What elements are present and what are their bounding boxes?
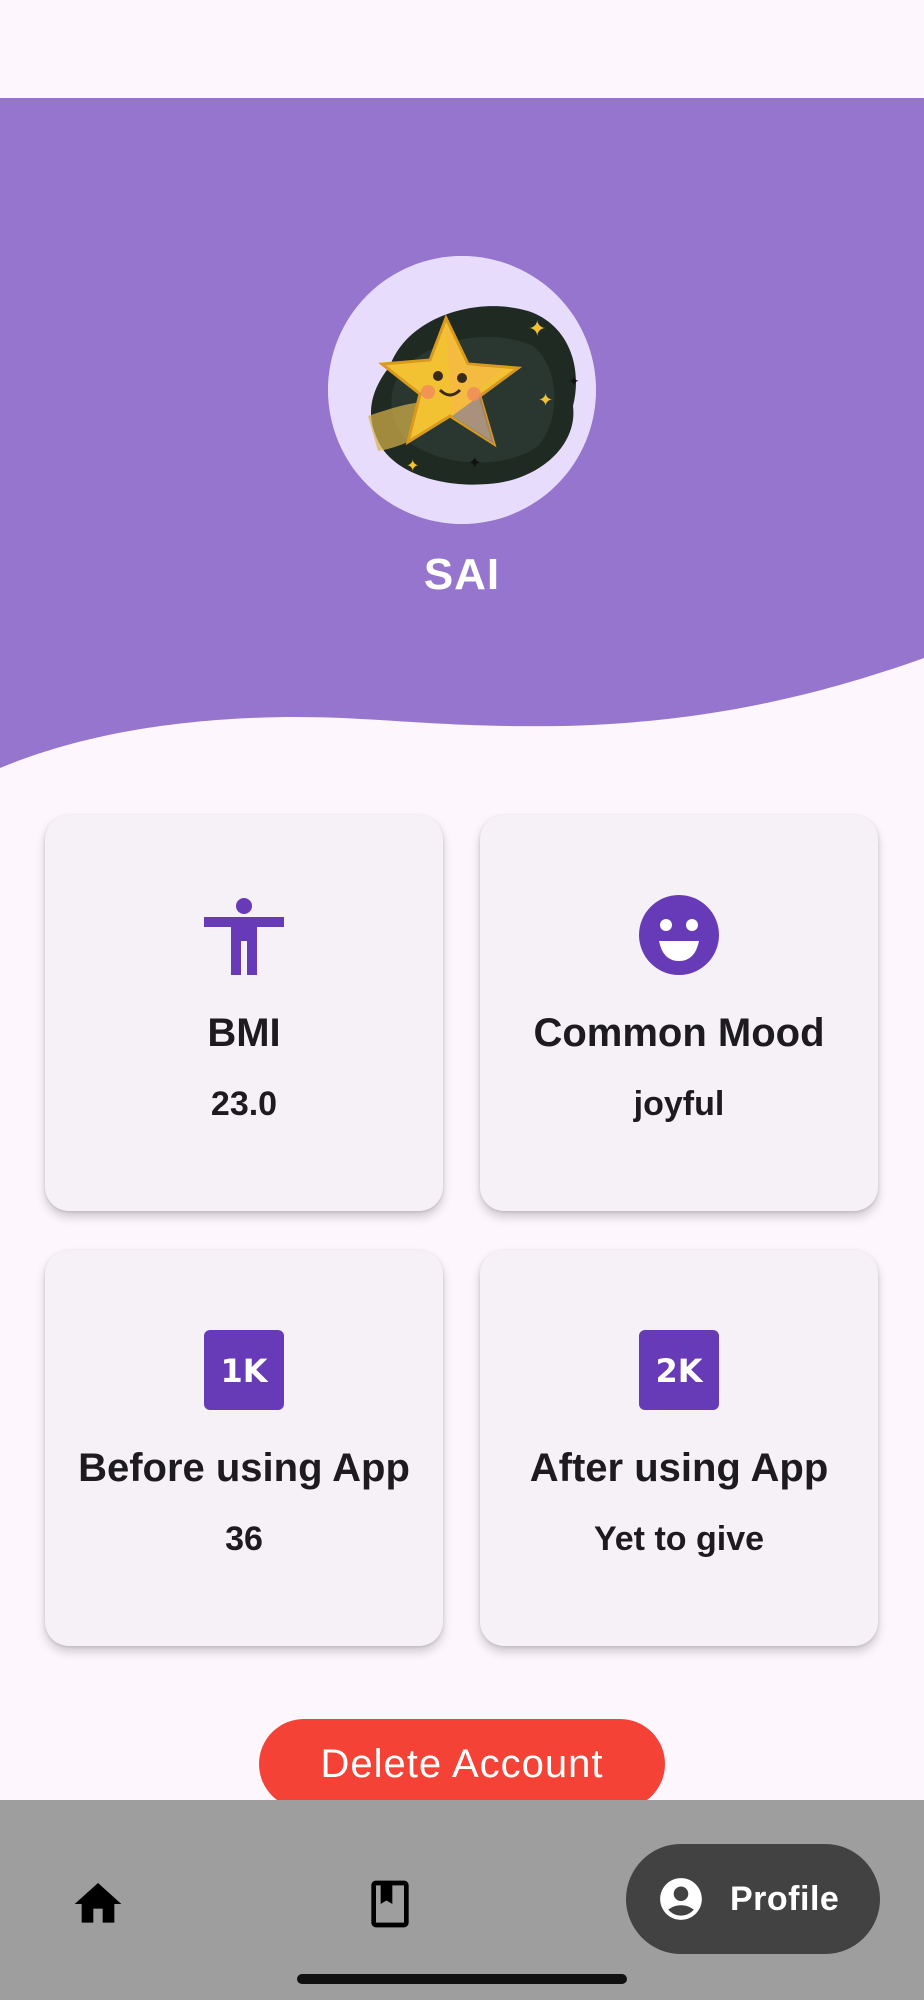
status-bar-area [0, 0, 924, 98]
after-app-card[interactable]: 2K After using App Yet to give [480, 1250, 878, 1646]
svg-text:1K: 1K [220, 1352, 268, 1390]
svg-text:✦: ✦ [568, 373, 580, 389]
profile-avatar[interactable]: ✦ ✦ ✦ ✦ ✦ [328, 256, 596, 524]
mood-value: joyful [633, 1085, 725, 1123]
star-avatar-icon: ✦ ✦ ✦ ✦ ✦ [328, 256, 596, 524]
nav-profile-tab[interactable]: Profile [626, 1844, 880, 1954]
delete-account-button[interactable]: Delete Account [259, 1719, 665, 1809]
nav-profile-label: Profile [730, 1880, 840, 1918]
after-app-title: After using App [529, 1446, 829, 1490]
profile-name: SAI [423, 550, 501, 599]
mood-card[interactable]: Common Mood joyful [480, 815, 878, 1211]
bmi-title: BMI [207, 1011, 281, 1055]
svg-text:✦: ✦ [468, 455, 481, 472]
before-app-value: 36 [225, 1520, 263, 1558]
svg-text:✦: ✦ [406, 458, 419, 475]
bottom-navigation: Profile [0, 1800, 924, 2000]
svg-text:2K: 2K [655, 1352, 703, 1390]
svg-text:✦: ✦ [538, 390, 553, 410]
1k-icon: 1K [204, 1330, 284, 1410]
svg-text:✦: ✦ [528, 316, 546, 341]
after-app-value: Yet to give [593, 1520, 765, 1558]
before-app-title: Before using App [78, 1446, 410, 1490]
before-app-card[interactable]: 1K Before using App 36 [45, 1250, 443, 1646]
home-icon[interactable] [70, 1876, 126, 1932]
profile-header: ✦ ✦ ✦ ✦ ✦ SAI [0, 98, 924, 778]
bmi-card[interactable]: BMI 23.0 [45, 815, 443, 1211]
account-circle-icon [656, 1874, 706, 1924]
2k-icon: 2K [639, 1330, 719, 1410]
home-indicator [297, 1974, 627, 1984]
bmi-value: 23.0 [210, 1085, 278, 1123]
smile-icon [639, 895, 719, 975]
mood-title: Common Mood [533, 1011, 825, 1055]
accessibility-icon [204, 895, 284, 975]
book-icon[interactable] [362, 1876, 418, 1932]
